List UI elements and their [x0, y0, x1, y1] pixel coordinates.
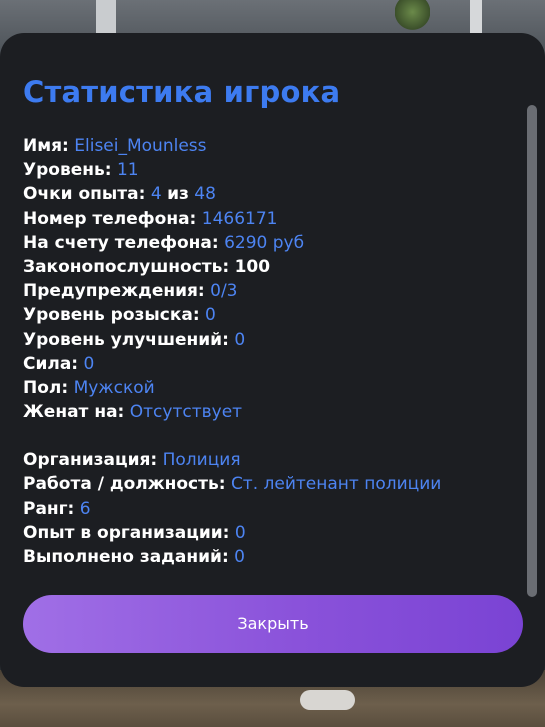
stat-row-phone-balance: На счету телефона: 6290 руб [23, 231, 518, 255]
panel-title: Статистика игрока [23, 75, 341, 109]
stat-row-gender: Пол: Мужской [23, 376, 518, 400]
stat-value: Elisei_Mounless [74, 136, 207, 156]
stat-value: 1466171 [201, 208, 278, 229]
stat-row-married-to: Женат на: Отсутствует [23, 400, 518, 424]
stat-value: 0/3 [210, 281, 238, 302]
stat-label: Предупреждения: [23, 281, 205, 302]
stat-label: Законопослушность: [23, 256, 230, 277]
stat-label: Пол: [23, 377, 69, 398]
stat-separator: из [167, 184, 189, 205]
stat-label: Уровень розыска: [23, 305, 200, 326]
stats-list: Имя: Elisei_Mounless Уровень: 11 Очки оп… [23, 134, 518, 569]
stat-value: Отсутствует [129, 402, 243, 423]
stat-value: 0 [234, 522, 246, 543]
stat-value-max: 48 [194, 184, 216, 205]
stat-row-rank: Ранг: 6 [23, 497, 518, 521]
stat-label: Очки опыта: [23, 184, 146, 205]
stat-row-warnings: Предупреждения: 0/3 [23, 279, 518, 303]
stat-row-level: Уровень: 11 [23, 158, 518, 182]
stat-label: Женат на: [23, 402, 125, 423]
stat-label: Ранг: [23, 498, 75, 519]
player-stats-panel: Статистика игрока Имя: Elisei_Mounless У… [0, 33, 545, 687]
stat-row-law-abiding: Законопослушность: 100 [23, 255, 518, 279]
stat-value: 6290 руб [224, 232, 305, 253]
stat-label: На счету телефона: [23, 232, 219, 253]
stat-label: Организация: [23, 450, 158, 471]
stat-value: 0 [205, 305, 216, 326]
stat-row-phone-number: Номер телефона: 1466171 [23, 207, 518, 231]
stat-row-experience: Очки опыта: 4 из 48 [23, 182, 518, 206]
stat-label: Уровень улучшений: [23, 329, 229, 350]
close-button[interactable]: Закрыть [23, 595, 523, 653]
stat-row-strength: Сила: 0 [23, 352, 518, 376]
stat-row-organization: Организация: Полиция [23, 448, 518, 472]
game-background-character-shoe [300, 690, 355, 710]
stat-value: 11 [116, 160, 139, 181]
stat-label: Сила: [23, 353, 79, 374]
stat-value: Мужской [73, 377, 155, 398]
stat-row-wanted-level: Уровень розыска: 0 [23, 303, 518, 327]
stat-label: Имя: [23, 136, 69, 156]
stat-row-job-position: Работа / должность: Ст. лейтенант полици… [23, 472, 518, 496]
scrollbar[interactable] [527, 105, 537, 597]
stat-value: Полиция [162, 450, 241, 471]
game-background-plant [395, 0, 430, 30]
stat-row-tasks-completed: Выполнено заданий: 0 [23, 545, 518, 569]
stat-value: 0 [83, 353, 95, 374]
stat-value: 6 [79, 498, 91, 519]
stat-row-upgrade-level: Уровень улучшений: 0 [23, 328, 518, 352]
stat-row-name: Имя: Elisei_Mounless [23, 134, 518, 158]
stat-label: Уровень: [23, 160, 112, 181]
stat-label: Опыт в организации: [23, 522, 230, 543]
scrollbar-thumb[interactable] [527, 105, 537, 597]
stat-value: 0 [234, 547, 245, 567]
stat-value: 0 [234, 329, 246, 350]
stat-row-org-experience: Опыт в организации: 0 [23, 521, 518, 545]
stat-value: 100 [234, 256, 271, 277]
stat-label: Номер телефона: [23, 208, 197, 229]
stat-value: Ст. лейтенант полиции [230, 474, 442, 495]
stat-label: Работа / должность: [23, 474, 226, 495]
stat-value: 4 [150, 184, 162, 205]
stat-label: Выполнено заданий: [23, 547, 229, 567]
